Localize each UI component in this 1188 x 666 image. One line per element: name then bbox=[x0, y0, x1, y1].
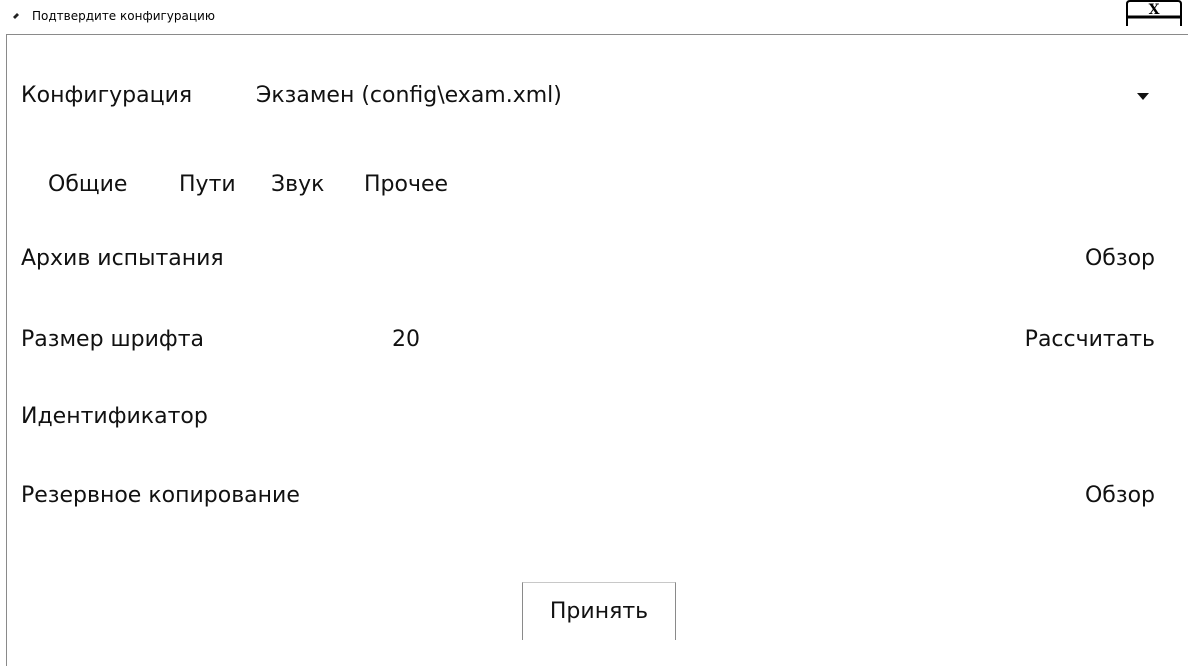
config-label: Конфигурация bbox=[21, 83, 193, 108]
accept-button[interactable]: Принять bbox=[522, 582, 676, 640]
chevron-down-icon[interactable] bbox=[1132, 85, 1154, 107]
tab-other[interactable]: Прочее bbox=[364, 171, 448, 199]
config-window: Подтвердите конфигурацию X Конфигурация … bbox=[0, 0, 1188, 666]
config-select[interactable]: Экзамен (config\exam.xml) bbox=[256, 82, 562, 110]
tab-general[interactable]: Общие bbox=[48, 171, 127, 199]
app-icon bbox=[13, 13, 19, 19]
backup-label: Резервное копирование bbox=[21, 483, 300, 508]
close-icon: X bbox=[1126, 0, 1182, 26]
archive-label: Архив испытания bbox=[21, 246, 224, 271]
close-button[interactable]: X bbox=[1125, 0, 1183, 26]
title-bar: Подтвердите конфигурацию X bbox=[0, 0, 1188, 34]
tab-sound[interactable]: Звук bbox=[271, 171, 324, 199]
font-size-field[interactable]: 20 bbox=[392, 326, 420, 354]
tab-paths[interactable]: Пути bbox=[179, 171, 236, 199]
font-size-label: Размер шрифта bbox=[21, 327, 205, 352]
window-title: Подтвердите конфигурацию bbox=[32, 9, 215, 23]
identifier-label: Идентификатор bbox=[21, 404, 208, 429]
calculate-button[interactable]: Рассчитать bbox=[1025, 326, 1155, 354]
backup-browse-button[interactable]: Обзор bbox=[1085, 482, 1155, 510]
identifier-field[interactable] bbox=[392, 403, 892, 431]
archive-browse-button[interactable]: Обзор bbox=[1085, 245, 1155, 273]
close-label: X bbox=[1149, 2, 1160, 18]
